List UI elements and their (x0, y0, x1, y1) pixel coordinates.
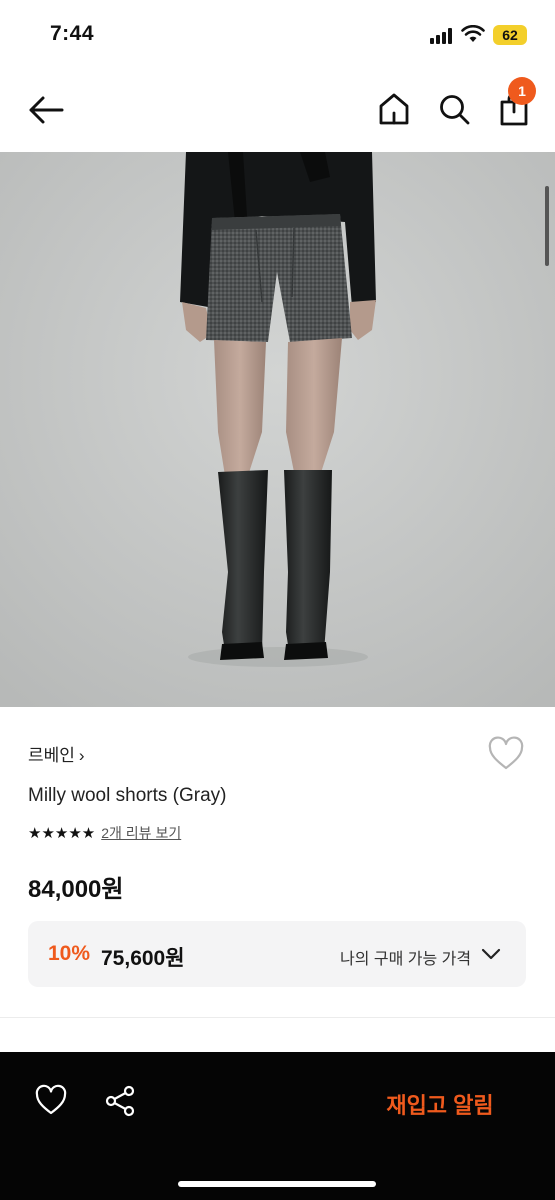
arrow-left-icon[interactable] (26, 92, 66, 128)
heart-icon[interactable] (34, 1084, 68, 1116)
product-photo (0, 152, 555, 707)
home-icon[interactable] (376, 90, 412, 128)
status-bar: 7:44 62 (0, 0, 555, 70)
search-icon[interactable] (436, 90, 472, 128)
my-price-label: 나의 구매 가능 가격 (340, 951, 472, 968)
restock-alert-button[interactable]: 재입고 알림 (370, 1088, 510, 1118)
scroll-indicator[interactable] (545, 186, 549, 266)
wifi-icon (461, 25, 485, 42)
cellular-signal-icon (430, 28, 452, 44)
rating-row: ★★★★★ 2개 리뷰 보기 (28, 822, 181, 844)
share-icon[interactable] (103, 1084, 137, 1118)
product-name: Milly wool shorts (Gray) (28, 785, 227, 806)
section-divider (0, 1017, 555, 1018)
brand-name: 르베인 (28, 746, 75, 765)
my-price-dropdown[interactable]: 10% 75,600원 나의 구매 가능 가격 (28, 921, 526, 987)
home-indicator[interactable] (178, 1181, 376, 1187)
battery-indicator: 62 (493, 25, 527, 45)
cart-badge: 1 (508, 77, 536, 105)
top-nav-bar (0, 70, 555, 152)
star-rating: ★★★★★ (28, 825, 96, 842)
product-image[interactable] (0, 152, 555, 707)
chevron-down-icon (481, 948, 501, 960)
heart-icon[interactable] (487, 736, 525, 772)
original-price: 84,000원 (28, 876, 124, 903)
chevron-right-icon: › (78, 746, 85, 765)
bottom-action-bar: 재입고 알림 (0, 1052, 555, 1200)
brand-link[interactable]: 르베인 › (28, 741, 85, 766)
discount-rate: 10% (48, 942, 91, 965)
review-link[interactable]: 2개 리뷰 보기 (101, 823, 181, 843)
status-time: 7:44 (50, 22, 95, 45)
discount-price: 75,600원 (101, 947, 185, 970)
